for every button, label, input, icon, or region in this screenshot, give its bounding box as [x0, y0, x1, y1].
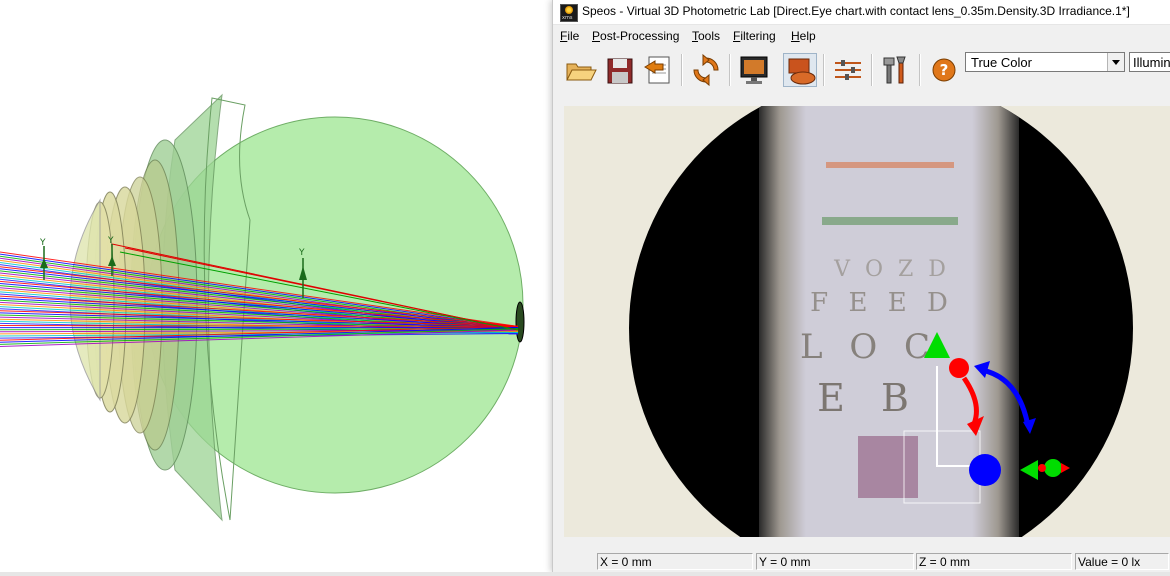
display-mode-button[interactable]	[783, 53, 817, 87]
tools-icon	[883, 56, 906, 84]
chevron-down-icon[interactable]	[1107, 53, 1124, 71]
save-icon	[607, 58, 633, 84]
detector-patch	[858, 436, 918, 498]
chart-row-5: L O C	[800, 327, 938, 367]
open-button[interactable]	[563, 53, 597, 87]
status-x: X = 0 mm	[597, 553, 753, 570]
chart-row-6: E B	[817, 376, 921, 420]
export-button[interactable]	[641, 53, 675, 87]
chart-line-green	[822, 217, 958, 225]
tools-button[interactable]	[879, 53, 913, 87]
menu-bar: File Post-Processing Tools Filtering Hel…	[553, 27, 1170, 47]
menu-post-processing[interactable]: Post-Processing	[592, 29, 679, 43]
monitor-icon	[740, 56, 768, 84]
status-bar: X = 0 mm Y = 0 mm Z = 0 mm Value = 0 lx	[553, 551, 1170, 572]
menu-tools[interactable]: Tools	[692, 29, 720, 43]
display-mode-icon	[788, 58, 816, 85]
bottom-edge	[0, 572, 1170, 576]
sliders-icon	[835, 60, 861, 80]
menu-file[interactable]: File	[560, 29, 579, 43]
photometric-lab-window: Speos - Virtual 3D Photometric Lab [Dire…	[552, 0, 1170, 572]
rotation-handle-red[interactable]	[949, 358, 969, 378]
help-icon: ?	[932, 58, 956, 82]
window-titlebar[interactable]: Speos - Virtual 3D Photometric Lab [Dire…	[553, 0, 1170, 25]
retina-detector	[515, 301, 525, 343]
eye-model-drawing: Y Y Y	[0, 93, 525, 522]
app-icon	[560, 4, 578, 22]
settings-sliders-button[interactable]	[831, 53, 865, 87]
menu-help[interactable]: Help	[791, 29, 816, 43]
help-button[interactable]: ?	[927, 53, 961, 87]
status-value: Value = 0 lx	[1075, 553, 1169, 570]
save-button[interactable]	[603, 53, 637, 87]
display-button[interactable]	[737, 53, 771, 87]
chart-line-red	[826, 162, 954, 168]
axis-label-y: Y	[298, 248, 305, 258]
chart-row-4: F E E D	[810, 288, 954, 318]
open-folder-icon	[566, 63, 597, 81]
optical-3d-viewport[interactable]: Y Y Y	[0, 0, 552, 576]
refresh-icon	[693, 53, 719, 87]
window-title: Speos - Virtual 3D Photometric Lab [Dire…	[582, 4, 1130, 18]
color-mode-select[interactable]: True Color	[965, 52, 1125, 72]
irradiance-viewer[interactable]: V O Z D F E E D L O C E B	[564, 106, 1170, 537]
unit-mode-value: Illuminance	[1133, 55, 1170, 70]
status-z: Z = 0 mm	[916, 553, 1072, 570]
status-y: Y = 0 mm	[756, 553, 914, 570]
axis-label-y: Y	[107, 236, 114, 246]
color-mode-value: True Color	[971, 55, 1032, 70]
unit-mode-select[interactable]: Illuminance	[1129, 52, 1170, 72]
axis-label-y: Y	[39, 238, 46, 248]
refresh-button[interactable]	[689, 53, 723, 87]
z-axis-handle-blue[interactable]	[969, 454, 1001, 486]
menu-filtering[interactable]: Filtering	[733, 29, 776, 43]
export-icon	[644, 56, 670, 84]
chart-row-3: V O Z D	[833, 257, 950, 282]
irradiance-map: V O Z D F E E D L O C E B	[564, 106, 1170, 537]
svg-text:?: ?	[940, 61, 949, 79]
